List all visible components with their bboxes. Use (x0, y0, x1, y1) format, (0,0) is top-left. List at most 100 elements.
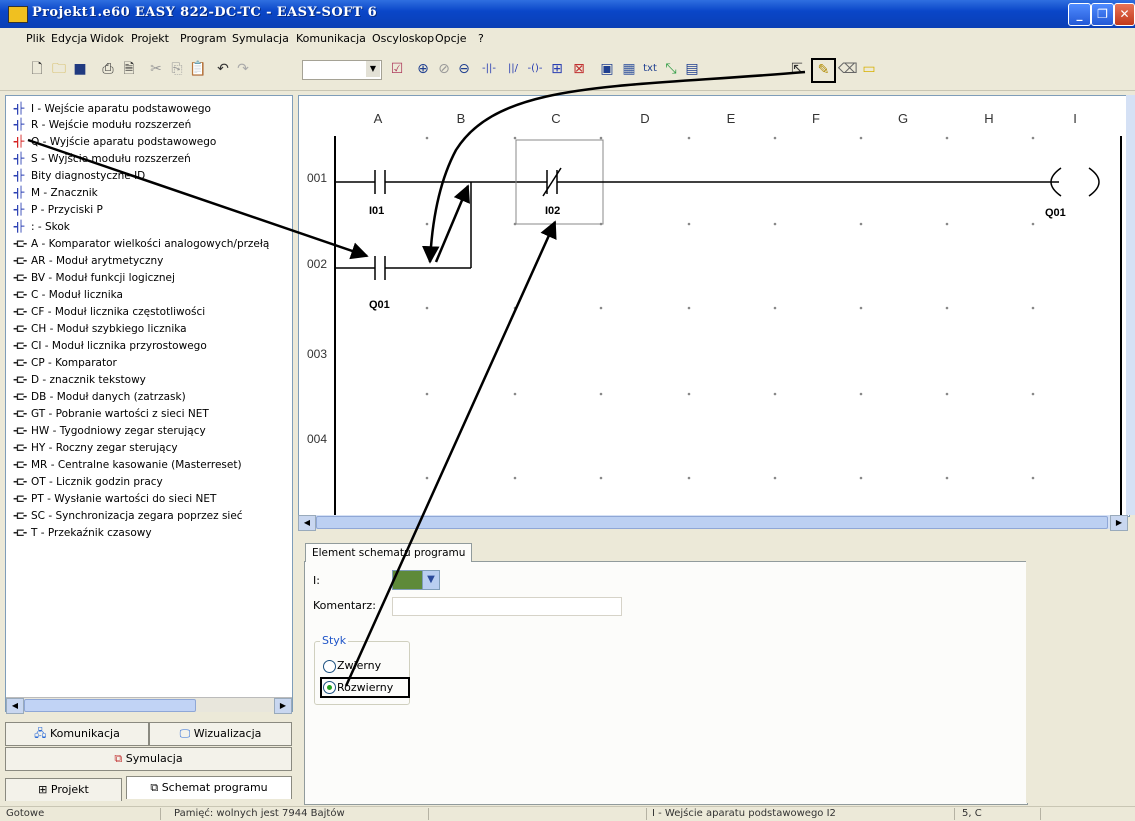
tree-horizontal-scrollbar[interactable]: ◀ ▶ (6, 697, 292, 714)
tree-item[interactable]: -⊏- CI - Moduł licznika przyrostowego (13, 337, 207, 354)
menu-oscyloskop[interactable]: Oscyloskop (372, 32, 434, 45)
ladder-diagram-canvas[interactable]: A B C D E F G H I 001 002 003 004 I01 I0… (298, 95, 1130, 517)
menu-projekt[interactable]: Projekt (131, 32, 169, 45)
table-icon[interactable]: ▤ (683, 60, 701, 78)
scroll-thumb[interactable] (24, 699, 196, 712)
tree-item[interactable]: -⊏- CF - Moduł licznika częstotliwości (13, 303, 205, 320)
tree-item[interactable]: -|├ Bity diagnostyczne ID (13, 167, 145, 184)
text-icon[interactable]: txt (641, 60, 659, 78)
tree-item[interactable]: -|├ I - Wejście aparatu podstawowego (13, 100, 211, 117)
tree-item[interactable]: -⊏- T - Przekaźnik czasowy (13, 524, 152, 541)
menu-opcje[interactable]: Opcje (435, 32, 467, 45)
open-folder-icon[interactable]: 🗀 (50, 60, 68, 78)
tree-item[interactable]: -⊏- C - Moduł licznika (13, 286, 123, 303)
pencil-icon[interactable]: ✎ (811, 58, 836, 83)
tree-item[interactable]: -⊏- HW - Tygodniowy zegar sterujący (13, 422, 206, 439)
komunikacja-button[interactable]: 🖧 Komunikacja (5, 722, 149, 746)
contact-nc-icon[interactable]: ||/ (504, 60, 522, 78)
coil-icon[interactable]: -()- (526, 60, 544, 78)
eraser-icon[interactable]: ⌫ (838, 60, 858, 78)
contact-i02-label[interactable]: I02 (545, 205, 560, 217)
chevron-down-icon[interactable]: ▼ (366, 61, 380, 77)
chevron-down-icon[interactable]: ▼ (422, 570, 440, 590)
diagram-vertical-scrollbar[interactable] (1126, 95, 1135, 515)
scroll-left-icon[interactable]: ◀ (298, 515, 316, 531)
zwierny-radio[interactable] (323, 660, 336, 673)
menu-plik[interactable]: Plik (26, 32, 45, 45)
scroll-thumb[interactable] (316, 516, 1108, 529)
comment-icon[interactable]: ▭ (860, 60, 878, 78)
tree-item[interactable]: -⊏- SC - Synchronizacja zegara poprzez si… (13, 507, 243, 524)
tree-item[interactable]: -|├ R - Wejście modułu rozszerzeń (13, 116, 191, 133)
zwierny-label[interactable]: Zwierny (337, 659, 381, 672)
tree-item[interactable]: -|├ M - Znacznik (13, 184, 98, 201)
tab-schemat-programu[interactable]: ⧉ Schemat programu (126, 776, 292, 799)
tree-item[interactable]: -⊏- A - Komparator wielkości analogowych/… (13, 235, 269, 252)
tree-item[interactable]: -⊏- CP - Komparator (13, 354, 117, 371)
app-icon[interactable] (8, 6, 28, 23)
menu-program[interactable]: Program (180, 32, 226, 45)
scroll-left-icon[interactable]: ◀ (6, 698, 24, 714)
print-preview-icon[interactable]: 🗎 (120, 60, 138, 78)
rozwierny-label[interactable]: Rozwierny (337, 681, 393, 694)
check-icon[interactable]: ☑ (388, 60, 406, 78)
paste-icon[interactable]: 📋 (189, 60, 207, 78)
cursor-icon[interactable]: ⇱ (788, 60, 806, 78)
tree-item[interactable]: -⊏- OT - Licznik godzin pracy (13, 473, 163, 490)
operand-number-select[interactable] (392, 570, 424, 590)
tab-projekt[interactable]: ⊞ Projekt (5, 778, 122, 801)
menu-komunikacja[interactable]: Komunikacja (296, 32, 366, 45)
tree-item[interactable]: -⊏- D - znacznik tekstowy (13, 371, 146, 388)
ladder-diagram-svg[interactable]: A B C D E F G H I 001 002 003 004 I01 I0… (299, 96, 1129, 516)
function-block-icon[interactable]: ⊞ (548, 60, 566, 78)
zoom-reset-icon[interactable]: ⊘ (435, 60, 453, 78)
tree-item[interactable]: -|├ P - Przyciski P (13, 201, 103, 218)
cut-icon[interactable]: ✂ (147, 60, 165, 78)
connect-icon[interactable]: ⤡ (662, 60, 680, 78)
zoom-in-icon[interactable]: ⊕ (414, 60, 432, 78)
tree-item[interactable]: -⊏- CH - Moduł szybkiego licznika (13, 320, 187, 337)
tree-item[interactable]: -⊏- PT - Wysłanie wartości do sieci NET (13, 490, 216, 507)
new-document-icon[interactable]: 🗋 (28, 60, 46, 78)
tree-item[interactable]: -⊏- DB - Moduł danych (zatrzask) (13, 388, 186, 405)
scroll-right-icon[interactable]: ▶ (1110, 515, 1128, 531)
undo-icon[interactable]: ↶ (214, 60, 232, 78)
maximize-button[interactable]: ❐ (1091, 3, 1114, 26)
tree-item[interactable]: -⊏- AR - Moduł arytmetyczny (13, 252, 163, 269)
scroll-right-icon[interactable]: ▶ (274, 698, 292, 714)
tree-item[interactable]: -|├ S - Wyjście modułu rozszerzeń (13, 150, 191, 167)
save-icon[interactable]: ■ (71, 60, 89, 78)
rozwierny-radio[interactable] (323, 681, 336, 694)
grid-view-icon[interactable]: ▣ (598, 60, 616, 78)
zoom-out-icon[interactable]: ⊖ (455, 60, 473, 78)
menu-help[interactable]: ? (478, 32, 484, 45)
redo-icon[interactable]: ↷ (234, 60, 252, 78)
tree-item[interactable]: -⊏- MR - Centralne kasowanie (Masterreset… (13, 456, 242, 473)
minimize-button[interactable]: _ (1068, 3, 1091, 26)
contact-no-icon[interactable]: -||- (480, 60, 498, 78)
print-icon[interactable]: ⎙ (99, 60, 117, 78)
function-block-disabled-icon[interactable]: ⊠ (570, 60, 588, 78)
coil-q01-label[interactable]: Q01 (1045, 207, 1066, 219)
tab-element-schematu[interactable]: Element schematu programu (305, 543, 473, 562)
menu-edycja[interactable]: Edycja (51, 32, 87, 45)
tree-item[interactable]: -|├ Q - Wyjście aparatu podstawowego (13, 133, 216, 150)
tree-item-label: DB - Moduł danych (zatrzask) (31, 391, 186, 403)
close-button[interactable]: ✕ (1114, 3, 1135, 26)
wizualizacja-button[interactable]: 🖵 Wizualizacja (149, 722, 292, 746)
symulacja-button[interactable]: ⧉ Symulacja (5, 747, 292, 771)
tree-item[interactable]: -⊏- BV - Moduł funkcji logicznej (13, 269, 175, 286)
contact-i01-label[interactable]: I01 (369, 205, 384, 217)
menu-widok[interactable]: Widok (90, 32, 124, 45)
menu-symulacja[interactable]: Symulacja (232, 32, 289, 45)
tree-item[interactable]: -⊏- HY - Roczny zegar sterujący (13, 439, 178, 456)
contact-q01-label[interactable]: Q01 (369, 299, 390, 311)
diagram-horizontal-scrollbar[interactable]: ◀ ▶ (298, 515, 1128, 531)
column-header-i: I (1073, 111, 1077, 126)
tree-item[interactable]: -|├: - Skok (13, 218, 70, 235)
copy-icon[interactable]: ⎘ (168, 60, 186, 78)
tree-item-label: T - Przekaźnik czasowy (31, 527, 152, 539)
grid-dots-icon[interactable]: ▦ (620, 60, 638, 78)
comment-input[interactable] (392, 597, 622, 616)
tree-item[interactable]: -⊏- GT - Pobranie wartości z sieci NET (13, 405, 209, 422)
